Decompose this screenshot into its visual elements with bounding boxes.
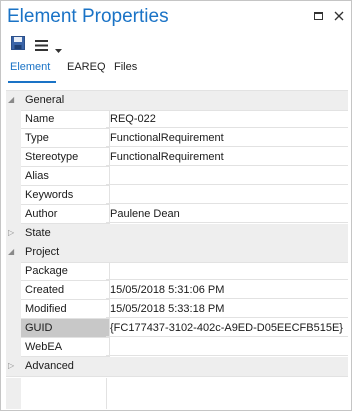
row-gutter [6, 186, 21, 205]
property-value[interactable]: REQ-022 [106, 110, 348, 128]
property-value[interactable] [106, 167, 348, 185]
element-properties-window: Element Properties Element EAREQ Files ◢… [0, 0, 352, 411]
row-gutter [6, 378, 21, 409]
property-row-author[interactable]: Author Paulene Dean [6, 205, 348, 224]
property-name: Package [21, 262, 110, 281]
category-label: General [25, 94, 65, 106]
column-divider [106, 378, 107, 409]
property-row-guid[interactable]: GUID {FC177437-3102-402c-A9ED-D05EECFB51… [6, 319, 348, 338]
property-row-package[interactable]: Package [6, 262, 348, 281]
tab-strip: Element EAREQ Files [1, 57, 351, 81]
collapsed-arrow-icon[interactable]: ▷ [8, 360, 18, 372]
toolbar [1, 33, 351, 53]
property-row-keywords[interactable]: Keywords [6, 186, 348, 205]
tab-eareq[interactable]: EAREQ [67, 61, 106, 73]
row-gutter [6, 167, 21, 186]
property-row-type[interactable]: Type FunctionalRequirement [6, 129, 348, 148]
property-value[interactable]: 15/05/2018 5:33:18 PM [106, 300, 348, 318]
property-row-name[interactable]: Name REQ-022 [6, 110, 348, 129]
property-value[interactable]: FunctionalRequirement [106, 148, 348, 166]
category-label: Advanced [25, 360, 74, 372]
row-gutter [6, 300, 21, 319]
category-advanced[interactable]: ▷ Advanced [6, 357, 348, 377]
row-gutter [6, 205, 21, 224]
property-grid: ◢ General Name REQ-022 Type FunctionalRe… [6, 90, 348, 409]
property-name: Keywords [21, 186, 110, 205]
category-state[interactable]: ▷ State [6, 224, 348, 244]
row-gutter [6, 262, 21, 281]
property-value[interactable]: FunctionalRequirement [106, 129, 348, 147]
row-gutter [6, 148, 21, 167]
tab-element[interactable]: Element [10, 61, 50, 73]
maximize-icon[interactable] [312, 9, 326, 23]
property-value[interactable] [106, 186, 348, 204]
property-row-modified[interactable]: Modified 15/05/2018 5:33:18 PM [6, 300, 348, 319]
property-row-alias[interactable]: Alias [6, 167, 348, 186]
title-bar: Element Properties [1, 1, 351, 33]
collapsed-arrow-icon[interactable]: ▷ [8, 227, 18, 239]
property-value[interactable]: 15/05/2018 5:31:06 PM [106, 281, 348, 299]
property-value[interactable] [106, 338, 348, 356]
row-gutter [6, 281, 21, 300]
category-general[interactable]: ◢ General [6, 91, 348, 111]
category-project[interactable]: ◢ Project [6, 243, 348, 263]
category-label: Project [25, 246, 60, 258]
property-value[interactable]: {FC177437-3102-402c-A9ED-D05EECFB515E} [106, 319, 348, 337]
menu-icon[interactable] [35, 38, 48, 56]
save-icon[interactable] [11, 36, 25, 55]
property-name: Name [21, 110, 110, 129]
expanded-arrow-icon[interactable]: ◢ [8, 246, 18, 258]
property-value[interactable] [106, 262, 348, 280]
property-name: Author [21, 205, 110, 224]
grid-empty-area [6, 378, 348, 409]
property-row-created[interactable]: Created 15/05/2018 5:31:06 PM [6, 281, 348, 300]
property-name: WebEA [21, 338, 110, 357]
property-name: Alias [21, 167, 110, 186]
row-gutter [6, 319, 21, 338]
tab-files[interactable]: Files [114, 61, 137, 73]
close-icon[interactable] [332, 9, 346, 23]
property-name: Created [21, 281, 110, 300]
row-gutter [6, 110, 21, 129]
row-gutter [6, 129, 21, 148]
active-tab-indicator [8, 81, 56, 83]
property-name: Stereotype [21, 148, 110, 167]
window-title: Element Properties [7, 6, 169, 27]
property-name-selected: GUID [21, 319, 110, 338]
expanded-arrow-icon[interactable]: ◢ [8, 94, 18, 106]
property-value[interactable]: Paulene Dean [106, 205, 348, 223]
property-name: Type [21, 129, 110, 148]
property-row-stereotype[interactable]: Stereotype FunctionalRequirement [6, 148, 348, 167]
category-label: State [25, 227, 51, 239]
row-gutter [6, 338, 21, 357]
property-row-webea[interactable]: WebEA [6, 338, 348, 357]
property-name: Modified [21, 300, 110, 319]
